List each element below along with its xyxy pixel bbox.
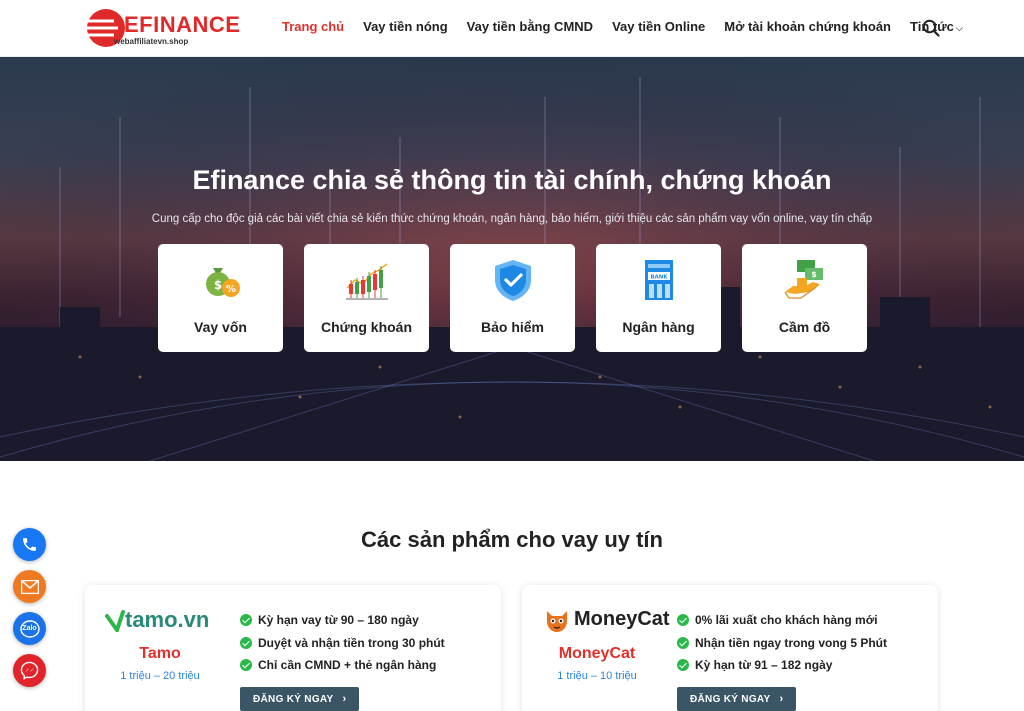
chevron-down-icon: ⌵ (955, 23, 963, 33)
check-icon (240, 636, 252, 649)
hero-title: Efinance chia sẻ thông tin tài chính, ch… (192, 165, 832, 195)
hero-banner: Efinance chia sẻ thông tin tài chính, ch… (0, 57, 1024, 461)
email-button[interactable] (13, 570, 46, 603)
register-button[interactable]: ĐĂNG KÝ NGAY › (677, 687, 797, 711)
card-label: Bảo hiểm (480, 319, 544, 335)
check-icon (677, 636, 689, 649)
register-button-label: ĐĂNG KÝ NGAY (253, 693, 334, 705)
register-button[interactable]: ĐĂNG KÝ NGAY › (240, 687, 360, 711)
feature-text: Duyệt và nhận tiền trong 30 phút (258, 635, 445, 650)
svg-text:%: % (226, 284, 236, 295)
feature-item: Chỉ cần CMND + thẻ ngân hàng (240, 654, 445, 677)
category-card-securities[interactable]: Chứng khoán (304, 244, 429, 352)
product-name: Tamo (139, 645, 181, 662)
hero-subtitle: Cung cấp cho độc giả các bài viết chia s… (151, 213, 873, 225)
svg-text:BANK: BANK (650, 275, 668, 281)
messenger-icon (20, 661, 39, 680)
cat-mascot-icon (547, 611, 567, 632)
phone-button[interactable] (13, 528, 46, 561)
product-range: 1 triệu – 20 triệu (120, 670, 200, 682)
moneycat-logo[interactable]: MoneyCat (544, 607, 670, 633)
tamo-logo[interactable]: tamo.vn (105, 607, 230, 633)
check-icon (677, 659, 689, 672)
feature-text: Kỳ hạn từ 91 – 182 ngày (695, 658, 833, 673)
bank-icon: BANK (645, 260, 673, 300)
hand-money-icon: $ (784, 260, 823, 299)
feature-item: Kỳ hạn vay từ 90 – 180 ngày (240, 609, 445, 632)
zalo-label: Zalo (22, 625, 37, 632)
feature-item: Nhận tiền ngay trong vong 5 Phút (677, 632, 887, 655)
logo-subtext: webaffiliatevn.shop (114, 37, 189, 46)
site-logo[interactable]: EFINANCE webaffiliatevn.shop (84, 7, 240, 49)
nav-id-loan[interactable]: Vay tiền bằng CMND (467, 19, 593, 34)
feature-list: Kỳ hạn vay từ 90 – 180 ngày Duyệt và nhậ… (240, 609, 445, 677)
check-icon (240, 614, 252, 627)
feature-item: Kỳ hạn từ 91 – 182 ngày (677, 654, 887, 677)
nav-securities-account[interactable]: Mở tài khoản chứng khoán (724, 19, 891, 34)
feature-text: 0% lãi xuất cho khách hàng mới (695, 613, 878, 628)
tamo-leaf-icon (105, 610, 125, 632)
main-nav: Trang chủ Vay tiền nóng Vay tiền bằng CM… (282, 19, 982, 34)
email-icon (20, 579, 39, 594)
phone-icon (23, 538, 36, 551)
shield-check-icon (495, 260, 531, 301)
card-label: Cầm đồ (778, 319, 831, 335)
card-label: Ngân hàng (622, 319, 695, 335)
site-header: EFINANCE webaffiliatevn.shop Trang chủ V… (0, 0, 1024, 57)
svg-text:$: $ (811, 270, 817, 279)
category-card-insurance[interactable]: Bảo hiểm (450, 244, 575, 352)
feature-list: 0% lãi xuất cho khách hàng mới Nhận tiền… (677, 609, 887, 677)
money-bag-icon: $ % (206, 268, 240, 297)
section-title: Các sản phẩm cho vay uy tín (361, 527, 663, 552)
candlestick-chart-icon (346, 263, 388, 300)
register-button-label: ĐĂNG KÝ NGAY (690, 693, 771, 705)
search-icon[interactable] (922, 19, 940, 37)
messenger-button[interactable] (13, 654, 46, 687)
feature-item: Duyệt và nhận tiền trong 30 phút (240, 632, 445, 655)
feature-item: 0% lãi xuất cho khách hàng mới (677, 609, 887, 632)
product-brand: MoneyCat MoneyCat 1 triệu – 10 triệu (522, 585, 672, 711)
nav-online-loan[interactable]: Vay tiền Online (612, 19, 705, 34)
feature-text: Chỉ cần CMND + thẻ ngân hàng (258, 658, 437, 673)
nav-hot-loan[interactable]: Vay tiền nóng (363, 19, 448, 34)
product-name: MoneyCat (558, 645, 636, 662)
category-card-loan[interactable]: $ % Vay vốn (158, 244, 283, 352)
zalo-button[interactable]: Zalo (13, 612, 46, 645)
product-range: 1 triệu – 10 triệu (557, 670, 637, 682)
nav-home[interactable]: Trang chủ (282, 19, 344, 34)
feature-text: Kỳ hạn vay từ 90 – 180 ngày (258, 613, 419, 628)
product-card-moneycat: MoneyCat MoneyCat 1 triệu – 10 triệu 0% … (522, 585, 938, 711)
card-label: Vay vốn (194, 319, 247, 335)
feature-text: Nhận tiền ngay trong vong 5 Phút (695, 635, 887, 650)
check-icon (240, 659, 252, 672)
card-label: Chứng khoán (320, 319, 413, 335)
category-card-pawn[interactable]: $ Cầm đồ (742, 244, 867, 352)
product-brand: tamo.vn Tamo 1 triệu – 20 triệu (85, 585, 235, 711)
chevron-right-icon: › (779, 693, 784, 705)
tamo-logo-text: tamo.vn (125, 607, 210, 632)
chevron-right-icon: › (342, 693, 347, 705)
moneycat-logo-text: MoneyCat (574, 608, 670, 630)
svg-text:$: $ (214, 278, 222, 292)
category-card-bank[interactable]: BANK Ngân hàng (596, 244, 721, 352)
category-cards: $ % Vay vốn Chứng khoán Bảo hiểm BANK Ng… (158, 244, 888, 352)
check-icon (677, 614, 689, 627)
logo-text: EFINANCE (124, 12, 241, 37)
product-card-tamo: tamo.vn Tamo 1 triệu – 20 triệu Kỳ hạn v… (85, 585, 501, 711)
